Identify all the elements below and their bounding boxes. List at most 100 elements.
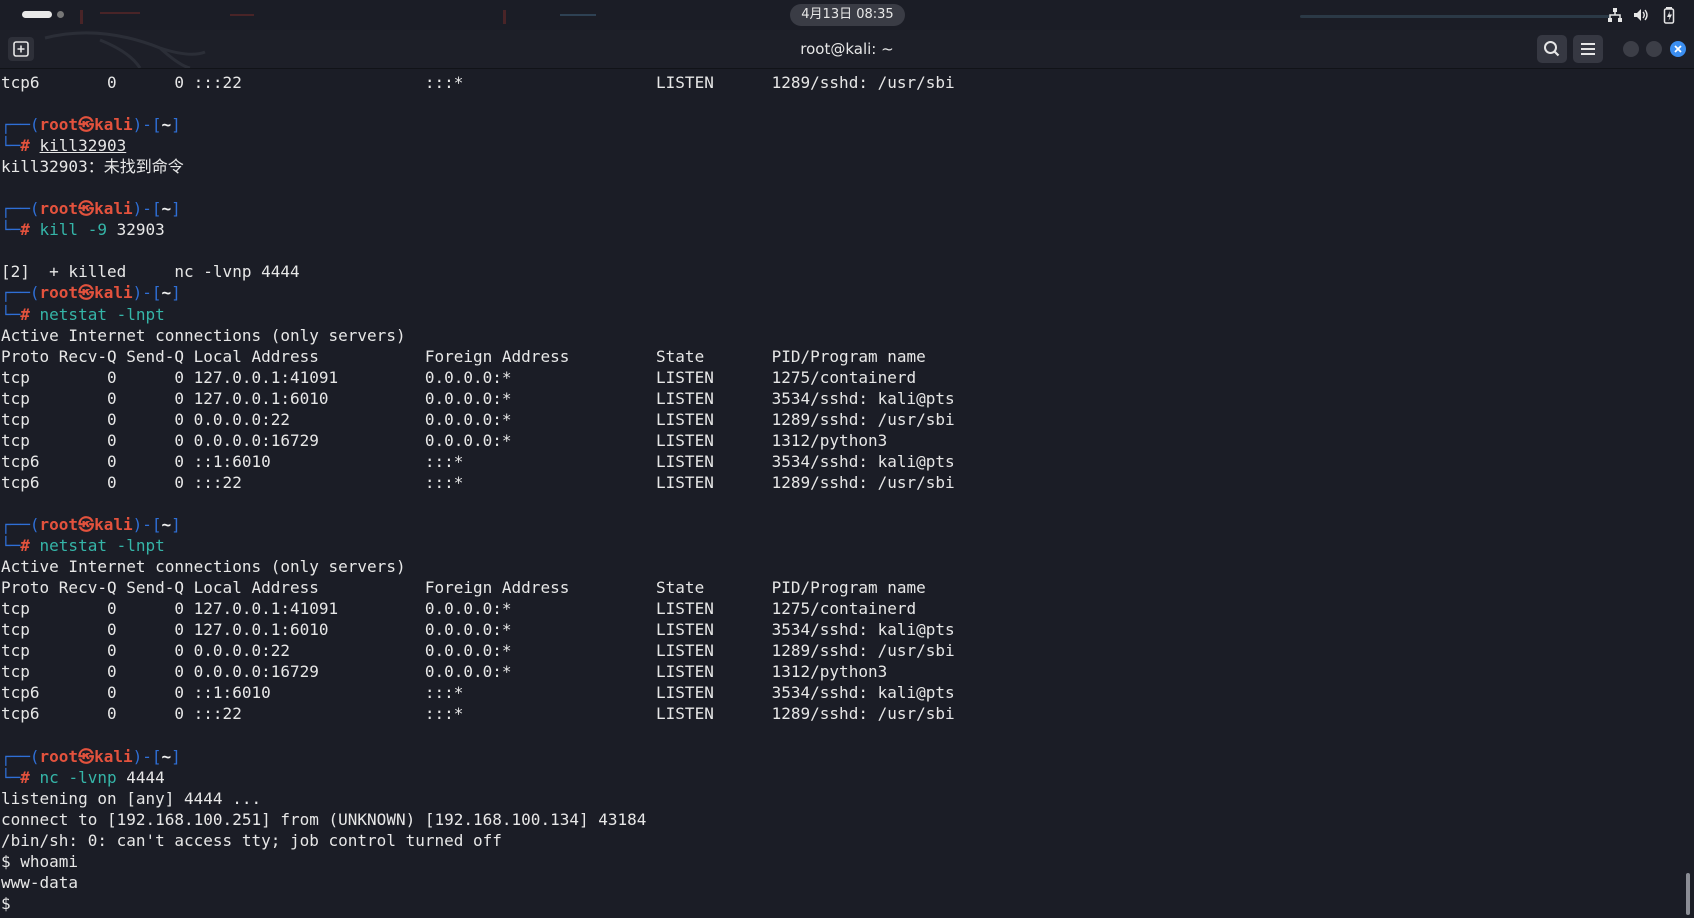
prompt-line: ┌──(root㉿kali)-[~] (0, 198, 1686, 219)
prompt-at: ㉿ (78, 115, 95, 135)
prompt-line: ┌──(root㉿kali)-[~] (0, 114, 1686, 135)
prompt-host: kali (94, 746, 133, 766)
workspace-dot[interactable] (57, 11, 64, 18)
prompt-bracket: )-[ (132, 199, 162, 219)
output-line: tcp 0 0 127.0.0.1:41091 0.0.0.0:* LISTEN… (1, 367, 917, 387)
prompt-user: root (39, 199, 79, 219)
prompt-at: ㉿ (78, 199, 95, 219)
prompt-dir: ~ (161, 199, 172, 219)
output-line: tcp6 0 0 :::22 :::* LISTEN 1289/sshd: /u… (1, 73, 955, 92)
output-line: tcp 0 0 127.0.0.1:41091 0.0.0.0:* LISTEN… (1, 599, 917, 619)
prompt-at: ㉿ (78, 283, 95, 303)
prompt-bracket: ] (171, 283, 181, 303)
prompt-dir: ~ (161, 746, 172, 766)
output-line: Active Internet connections (only server… (1, 557, 406, 577)
prompt-bracket: └─ (1, 767, 21, 787)
prompt-bracket: └─ (1, 136, 21, 156)
activities-indicator[interactable] (22, 11, 52, 18)
prompt-bracket: └─ (1, 536, 21, 556)
prompt-host: kali (94, 115, 133, 135)
output-line: www-data (1, 872, 79, 892)
search-icon (1544, 41, 1560, 57)
maximize-button[interactable] (1646, 41, 1662, 57)
output-line: [2] + killed nc -lvnp 4444 (1, 262, 300, 282)
prompt-host: kali (94, 283, 133, 303)
output-line: Active Internet connections (only server… (1, 325, 406, 345)
prompt-bracket: )-[ (132, 746, 162, 766)
prompt-bracket: ┌──( (1, 115, 40, 135)
prompt-line: ┌──(root㉿kali)-[~] (0, 282, 1686, 303)
prompt-dir: ~ (161, 514, 172, 534)
prompt-hash: # (20, 220, 40, 240)
scrollbar-thumb[interactable] (1686, 873, 1690, 915)
menu-button[interactable] (1573, 35, 1603, 63)
output-line: tcp 0 0 0.0.0.0:16729 0.0.0.0:* LISTEN 1… (1, 662, 888, 682)
prompt-line: ┌──(root㉿kali)-[~] (0, 514, 1686, 535)
command-args: 4444 (126, 767, 165, 787)
command-name: netstat (39, 536, 107, 556)
prompt-bracket: └─ (1, 220, 21, 240)
command-name: netstat (39, 304, 107, 324)
prompt-bracket: ┌──( (1, 514, 40, 534)
command-line: └─# nc -lvnp 4444 (0, 767, 1686, 788)
prompt-dir: ~ (161, 115, 172, 135)
prompt-user: root (39, 115, 79, 135)
terminal-titlebar: root@kali: ~ (0, 30, 1694, 69)
prompt-bracket: ] (171, 746, 181, 766)
minimize-button[interactable] (1623, 41, 1639, 57)
output-line: tcp 0 0 0.0.0.0:22 0.0.0.0:* LISTEN 1289… (1, 641, 955, 661)
prompt-dir: ~ (161, 283, 172, 303)
command-args: 32903 (116, 220, 165, 240)
battery-icon[interactable] (1661, 6, 1679, 24)
prompt-user: root (39, 283, 79, 303)
new-tab-button[interactable] (8, 37, 34, 61)
output-line: $ (1, 893, 21, 913)
output-line: tcp 0 0 127.0.0.1:6010 0.0.0.0:* LISTEN … (1, 388, 955, 408)
panel-indicator-bar (1300, 15, 1610, 18)
command-flag: -lnpt (116, 536, 165, 556)
prompt-bracket: ┌──( (1, 283, 40, 303)
clock[interactable]: 4月13日 08:35 (790, 4, 905, 26)
command-name: kill32903 (39, 136, 127, 156)
output-line: kill32903：未找到命令 (1, 157, 184, 177)
command-flag: -9 (87, 220, 107, 240)
output-line: $ whoami (1, 851, 79, 871)
command-line: └─# kill32903 (0, 135, 1686, 156)
prompt-bracket: ] (171, 199, 181, 219)
output-line: listening on [any] 4444 ... (1, 788, 262, 808)
output-line: connect to [192.168.100.251] from (UNKNO… (1, 809, 647, 829)
command-name: kill (39, 220, 79, 240)
prompt-host: kali (94, 514, 133, 534)
prompt-bracket: └─ (1, 304, 21, 324)
network-icon[interactable] (1606, 6, 1624, 24)
search-button[interactable] (1537, 35, 1567, 63)
terminal-output[interactable]: tcp6 0 0 :::22 :::* LISTEN 1289/sshd: /u… (0, 72, 1686, 918)
command-flag: -lvnp (68, 767, 117, 787)
output-line: tcp 0 0 0.0.0.0:16729 0.0.0.0:* LISTEN 1… (1, 430, 888, 450)
prompt-hash: # (20, 304, 40, 324)
output-line: Proto Recv-Q Send-Q Local Address Foreig… (1, 578, 926, 598)
output-line: tcp6 0 0 :::22 :::* LISTEN 1289/sshd: /u… (1, 472, 955, 492)
menu-icon (1581, 43, 1595, 55)
prompt-user: root (39, 746, 79, 766)
close-button[interactable] (1670, 41, 1686, 57)
output-line: tcp6 0 0 :::22 :::* LISTEN 1289/sshd: /u… (1, 704, 955, 724)
volume-icon[interactable] (1632, 6, 1650, 24)
command-line: └─# netstat -lnpt (0, 535, 1686, 556)
prompt-bracket: ┌──( (1, 199, 40, 219)
prompt-bracket: )-[ (132, 115, 162, 135)
command-line: └─# netstat -lnpt (0, 304, 1686, 325)
wallpaper-artifact (80, 10, 596, 24)
command-line: └─# kill -9 32903 (0, 219, 1686, 240)
output-line: tcp6 0 0 ::1:6010 :::* LISTEN 3534/sshd:… (1, 683, 955, 703)
command-name: nc (39, 767, 59, 787)
prompt-bracket: )-[ (132, 283, 162, 303)
kali-dragon-watermark (44, 31, 206, 68)
scrollbar-track[interactable] (1684, 72, 1692, 918)
prompt-line: ┌──(root㉿kali)-[~] (0, 746, 1686, 767)
system-top-panel: 4月13日 08:35 (0, 0, 1694, 30)
